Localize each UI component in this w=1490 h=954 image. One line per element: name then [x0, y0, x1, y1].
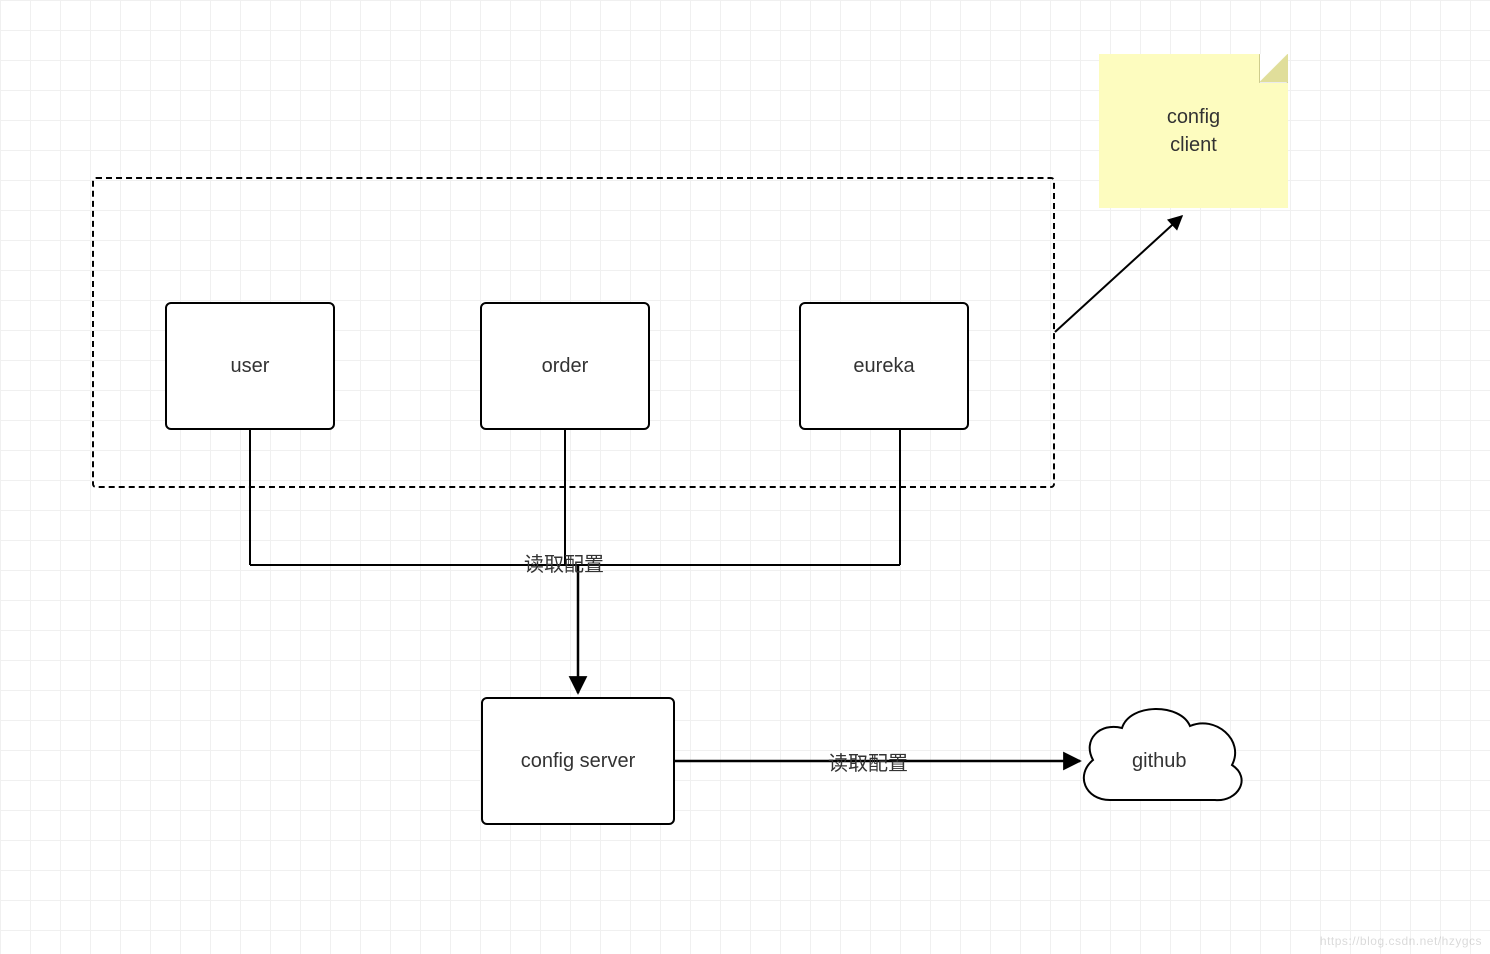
edge-clients-to-server-label: 读取配置 — [524, 548, 604, 577]
node-eureka-label: eureka — [853, 355, 914, 378]
edge-server-to-github-label: 读取配置 — [828, 747, 908, 776]
node-user-label: user — [231, 355, 270, 378]
node-config-server: config server — [481, 697, 675, 825]
node-config-client-label: config client — [1167, 103, 1220, 159]
node-config-server-label: config server — [521, 750, 636, 773]
edge-group-to-note — [1055, 216, 1182, 332]
node-user: user — [165, 302, 335, 430]
node-order: order — [480, 302, 650, 430]
watermark-text: https://blog.csdn.net/hzygcs — [1320, 934, 1482, 948]
node-order-label: order — [542, 355, 589, 378]
node-config-client-note: config client — [1099, 54, 1288, 208]
node-eureka: eureka — [799, 302, 969, 430]
node-github-label: github — [1132, 750, 1187, 773]
